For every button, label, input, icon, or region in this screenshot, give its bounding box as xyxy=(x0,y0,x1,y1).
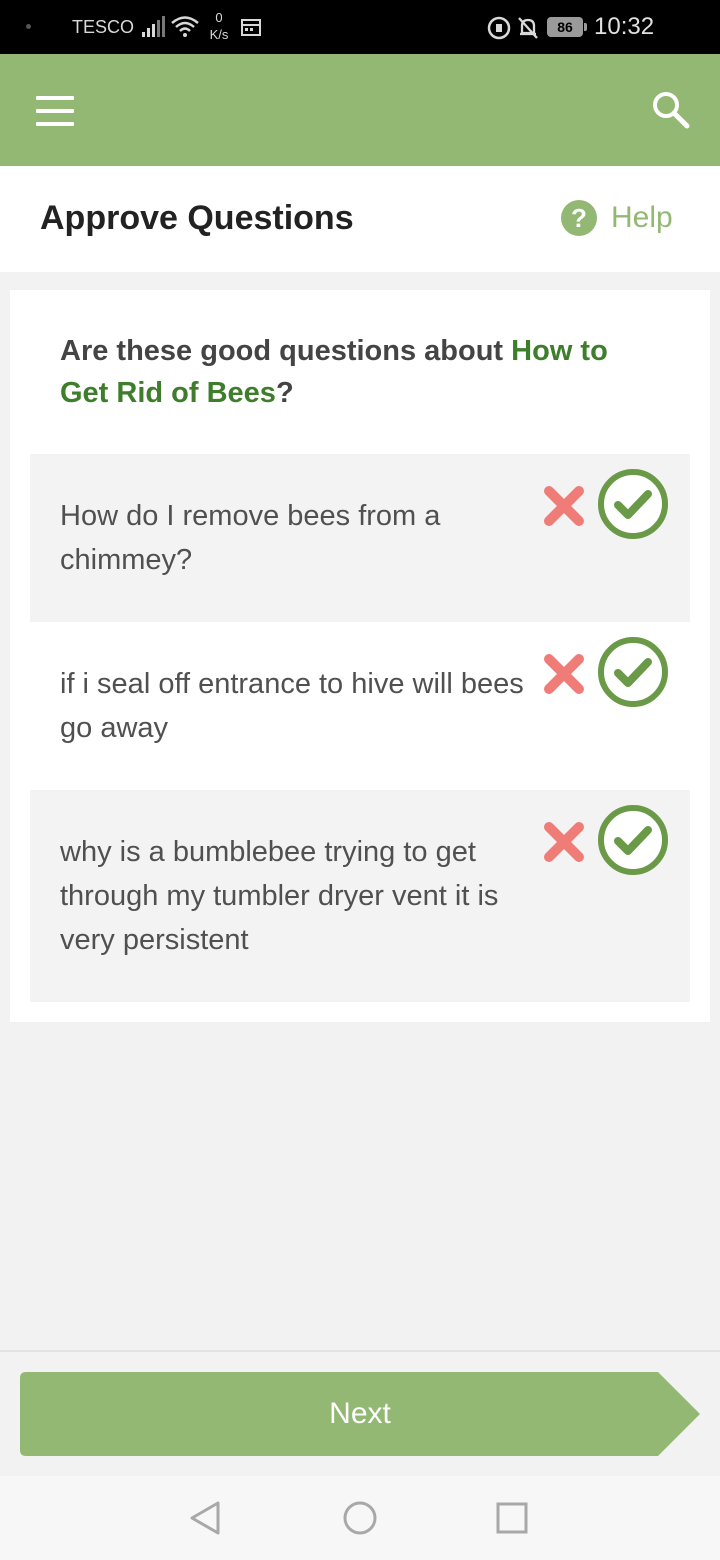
signal-icon xyxy=(142,16,165,37)
help-label: Help xyxy=(611,201,673,234)
home-icon[interactable] xyxy=(342,1500,378,1536)
question-text: How do I remove bees from a chimmey? xyxy=(60,500,441,576)
carrier-name: TESCO xyxy=(72,17,135,37)
hamburger-menu-icon[interactable] xyxy=(36,96,76,126)
next-button[interactable]: Next xyxy=(20,1372,700,1456)
app-bar xyxy=(0,54,720,166)
reject-x-icon[interactable] xyxy=(542,484,586,528)
question-row: why is a bumblebee trying to get through… xyxy=(30,790,690,1002)
approve-check-button[interactable] xyxy=(598,637,668,707)
search-icon[interactable] xyxy=(650,90,690,130)
question-row: How do I remove bees from a chimmey? xyxy=(30,454,690,622)
back-icon[interactable] xyxy=(188,1500,224,1536)
wifi-icon xyxy=(171,16,199,37)
check-icon xyxy=(614,490,652,519)
reject-x-icon[interactable] xyxy=(542,652,586,696)
recent-apps-icon[interactable] xyxy=(496,1502,528,1534)
network-speed: 0 K/s xyxy=(204,9,234,43)
system-nav-bar xyxy=(0,1476,720,1560)
approve-check-button[interactable] xyxy=(598,469,668,539)
muted-bell-icon xyxy=(518,17,538,39)
approval-prompt: Are these good questions about How to Ge… xyxy=(60,330,660,414)
check-icon xyxy=(614,826,652,855)
check-icon xyxy=(614,658,652,687)
screen: TESCO 0 K/s 86 10:32 Approve Questions ?… xyxy=(0,0,720,1560)
next-label: Next xyxy=(329,1397,391,1430)
approve-check-button[interactable] xyxy=(598,805,668,875)
notification-dot-icon xyxy=(26,24,31,29)
calendar-icon xyxy=(241,19,261,36)
question-text: why is a bumblebee trying to get through… xyxy=(60,836,499,956)
rotation-lock-icon xyxy=(487,16,511,40)
reject-x-icon[interactable] xyxy=(542,820,586,864)
question-text: if i seal off entrance to hive will bees… xyxy=(60,668,524,744)
page-header: Approve Questions ? Help xyxy=(0,166,720,272)
prompt-suffix: ? xyxy=(275,377,294,409)
network-speed-value: 0 xyxy=(215,10,223,25)
help-link[interactable]: ? Help xyxy=(561,198,673,238)
status-bar: TESCO 0 K/s 86 10:32 xyxy=(0,0,720,54)
prompt-prefix: Are these good questions about xyxy=(60,335,512,367)
battery-indicator: 86 xyxy=(547,17,587,37)
questions-card: Are these good questions about How to Ge… xyxy=(10,290,710,1022)
clock: 10:32 xyxy=(594,13,655,40)
footer-divider xyxy=(0,1350,720,1352)
question-row: if i seal off entrance to hive will bees… xyxy=(30,622,690,790)
help-icon: ? xyxy=(561,200,597,236)
page-title: Approve Questions xyxy=(40,199,354,237)
network-speed-unit: K/s xyxy=(209,27,229,42)
